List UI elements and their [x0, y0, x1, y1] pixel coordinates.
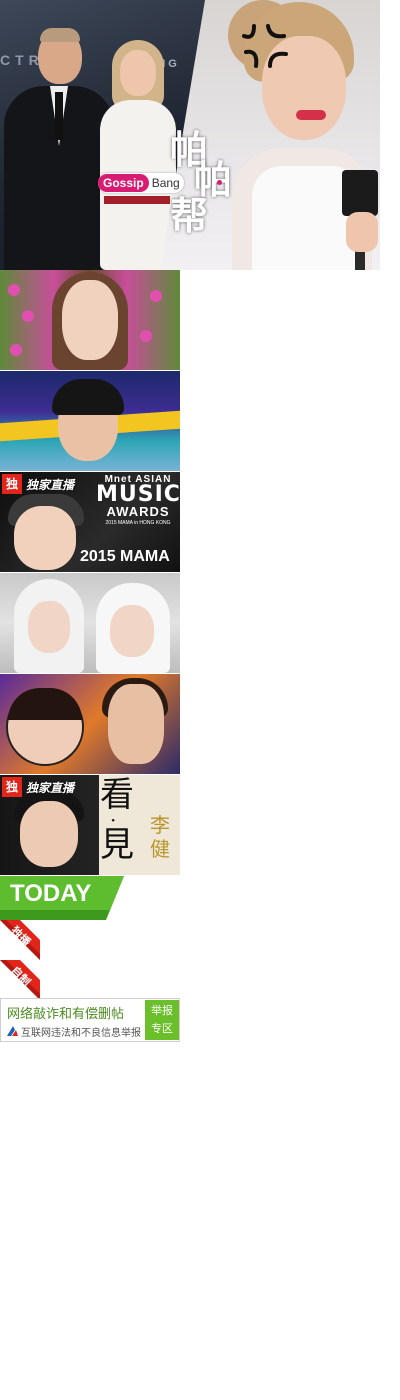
man-hair: [40, 28, 80, 42]
report-button-line-2: 专区: [151, 1023, 173, 1035]
woman-left-belt: [104, 196, 170, 204]
kan-jian-live-thumbnail[interactable]: 独 独家直播 看 · 見 李 健: [0, 775, 180, 875]
person-face: [14, 506, 76, 570]
person-hair: [52, 379, 124, 415]
person-2-face: [110, 605, 154, 657]
avatar-hair: [8, 688, 82, 720]
name-char: 健: [150, 837, 170, 861]
report-headline: 网络敲诈和有偿删帖: [7, 1006, 125, 1021]
illegal-content-report-banner[interactable]: 网络敲诈和有偿删帖 互联网违法和不良信息举报 举报 专区: [0, 998, 180, 1042]
exclusive-live-badge: 独 独家直播: [2, 474, 74, 494]
report-button-line-1: 举报: [151, 1005, 173, 1017]
exclusive-live-label: 独家直播: [26, 780, 75, 795]
report-logo-icon: [7, 1026, 18, 1036]
logo-dot: [217, 180, 222, 185]
exclusive-live-badge: 独 独家直播: [2, 777, 74, 797]
title-char: 看: [100, 775, 134, 815]
person-1-face: [28, 601, 70, 653]
gossip-bang-hero-banner[interactable]: CTR BEING Gossip Bang 帕 帕 帮: [0, 0, 380, 270]
person-face: [20, 801, 78, 867]
person-face: [62, 280, 118, 360]
woman-left-head: [120, 50, 156, 96]
mama-logo: Mnet ASIAN MUSIC AWARDS 2015 MAMA in HON…: [96, 474, 180, 527]
dancer-face: [108, 684, 164, 764]
exclusive-live-label: 独家直播: [26, 477, 75, 492]
mama-2015-live-thumbnail[interactable]: 独 独家直播 Mnet ASIAN MUSIC AWARDS 2015 MAMA…: [0, 472, 180, 572]
report-subline: 互联网违法和不良信息举报: [21, 1028, 141, 1039]
exclusive-broadcast-ribbon[interactable]: 独播: [0, 920, 40, 960]
mama-hong-kong-label: 2015 MAMA in HONG KONG: [105, 520, 171, 526]
flower: [140, 330, 152, 342]
microphone: [342, 170, 378, 216]
awards-label: AWARDS: [106, 504, 170, 519]
video-thumbnail[interactable]: [0, 573, 180, 673]
hand: [346, 212, 378, 252]
kan-jian-title: 看 · 見: [100, 777, 134, 863]
video-thumbnail[interactable]: [0, 371, 180, 471]
exclusive-box: 独: [2, 777, 22, 797]
video-thumbnail[interactable]: [0, 674, 180, 774]
anger-mark-icon: [242, 24, 288, 68]
flower: [10, 344, 22, 356]
pa-pa-bang-logo: 帕 帕 帮: [168, 130, 238, 236]
exclusive-box: 独: [2, 474, 22, 494]
name-char: 李: [150, 813, 170, 837]
woman-right-mouth: [296, 110, 326, 120]
flower: [22, 310, 34, 322]
mama-year-label: 2015 MAMA: [80, 548, 170, 565]
artist-name: 李 健: [150, 813, 170, 861]
gossip-label: Gossip: [98, 174, 149, 192]
logo-char-3: 帮: [170, 193, 209, 238]
music-label: MUSIC: [96, 482, 180, 507]
video-thumbnail[interactable]: [0, 270, 180, 370]
today-label: TODAY: [10, 880, 92, 907]
report-zone-button[interactable]: 举报 专区: [145, 1000, 179, 1040]
flower: [150, 290, 162, 302]
man-tie: [55, 92, 63, 140]
original-production-ribbon[interactable]: 自制: [0, 960, 40, 1000]
title-char: 見: [100, 825, 134, 865]
flower: [8, 284, 20, 296]
today-banner[interactable]: TODAY: [0, 876, 124, 920]
